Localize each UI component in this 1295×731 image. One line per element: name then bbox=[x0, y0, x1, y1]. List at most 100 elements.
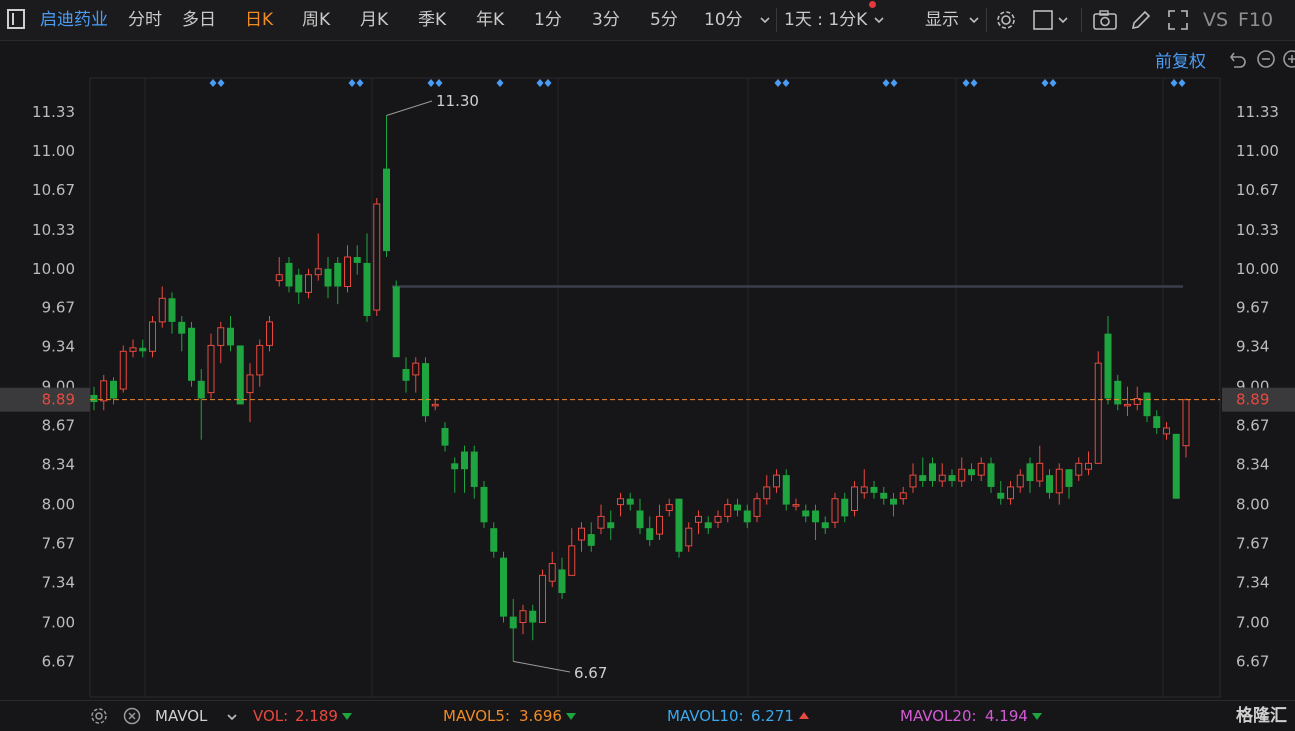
indicator-chevron-icon[interactable] bbox=[226, 711, 238, 723]
candle-body bbox=[188, 327, 195, 381]
y-tick-label-left: 7.67 bbox=[42, 535, 75, 553]
indicator-settings-gear-icon[interactable] bbox=[90, 707, 108, 725]
mavol5-value: 3.696 bbox=[519, 707, 562, 725]
candle-body bbox=[451, 463, 459, 470]
y-tick-label-left: 11.00 bbox=[32, 142, 75, 160]
candle-body bbox=[773, 474, 780, 488]
event-marker-icon bbox=[774, 79, 782, 87]
candle bbox=[753, 492, 761, 523]
candle bbox=[948, 469, 956, 487]
indicator-close-icon[interactable] bbox=[123, 707, 141, 725]
y-tick-label-left: 8.67 bbox=[42, 417, 75, 435]
candle bbox=[636, 498, 644, 535]
candle bbox=[656, 504, 663, 540]
candle bbox=[802, 504, 810, 523]
candle-body bbox=[607, 522, 615, 529]
candle bbox=[441, 422, 449, 452]
candle bbox=[812, 504, 819, 540]
y-tick-label-right: 7.67 bbox=[1236, 535, 1269, 553]
candle bbox=[987, 457, 995, 493]
candle bbox=[890, 492, 897, 517]
candle bbox=[1016, 469, 1024, 493]
candle bbox=[363, 233, 371, 322]
candle-body bbox=[490, 528, 498, 552]
candle bbox=[617, 492, 624, 517]
candle bbox=[1153, 410, 1161, 434]
candle-body bbox=[324, 268, 332, 287]
candle bbox=[743, 504, 751, 529]
candle-body bbox=[266, 321, 273, 346]
event-marker-icon bbox=[427, 79, 435, 87]
candle-body bbox=[792, 504, 800, 507]
candle-body bbox=[802, 510, 810, 517]
candle-body bbox=[880, 492, 888, 499]
candle bbox=[548, 551, 556, 588]
y-tick-label-right: 9.34 bbox=[1236, 338, 1269, 356]
candle bbox=[597, 504, 605, 535]
candle-body bbox=[977, 462, 985, 476]
indicator-name[interactable]: MAVOL bbox=[155, 701, 207, 731]
candle bbox=[1094, 351, 1102, 464]
candle bbox=[1163, 422, 1170, 440]
y-tick-label-left: 8.00 bbox=[42, 496, 75, 514]
candle-body bbox=[441, 427, 449, 446]
candle-body bbox=[1172, 433, 1180, 499]
candle bbox=[1046, 469, 1053, 499]
candle bbox=[1104, 315, 1112, 405]
candle-body bbox=[753, 498, 761, 517]
y-tick-label-left: 7.34 bbox=[42, 573, 75, 591]
candle bbox=[626, 492, 634, 511]
candle bbox=[129, 339, 137, 358]
candle bbox=[929, 457, 936, 487]
y-tick-label-right: 8.67 bbox=[1236, 417, 1269, 435]
candle-body bbox=[431, 403, 439, 407]
mavol10-value: 6.271 bbox=[751, 707, 794, 725]
candle bbox=[724, 498, 732, 523]
low-price-label: 6.67 bbox=[574, 664, 607, 682]
candle-body bbox=[919, 475, 927, 482]
candle-body bbox=[929, 463, 936, 482]
event-marker-icon bbox=[1170, 79, 1178, 87]
high-price-label: 11.30 bbox=[436, 92, 479, 110]
candle-body bbox=[1104, 333, 1112, 399]
candle bbox=[324, 257, 332, 299]
candle-body bbox=[246, 374, 254, 394]
candle-body bbox=[958, 468, 966, 482]
candle-body bbox=[256, 344, 264, 376]
candle bbox=[188, 321, 195, 387]
candle-body bbox=[422, 363, 429, 417]
candle bbox=[1114, 374, 1122, 411]
candle-body bbox=[675, 498, 683, 552]
candle bbox=[675, 498, 683, 558]
candle bbox=[295, 268, 303, 305]
candle-body bbox=[724, 504, 732, 517]
candle-body bbox=[831, 498, 839, 523]
candle bbox=[587, 522, 595, 552]
candle-body bbox=[1065, 469, 1073, 487]
candle-body bbox=[412, 362, 420, 376]
mavol20-label: MAVOL20: bbox=[900, 707, 977, 725]
candle-body bbox=[149, 321, 156, 352]
mavol20-value: 4.194 bbox=[985, 707, 1028, 725]
candle-body bbox=[548, 563, 556, 582]
low-callout-line bbox=[513, 660, 571, 673]
candle bbox=[851, 481, 858, 517]
y-tick-label-left: 10.67 bbox=[32, 181, 75, 199]
candle bbox=[500, 551, 507, 623]
candle-body bbox=[392, 286, 400, 358]
candle-body bbox=[1182, 399, 1190, 447]
candle-body bbox=[899, 492, 907, 500]
candle bbox=[695, 510, 702, 535]
y-tick-label-left: 11.33 bbox=[32, 103, 75, 121]
candle-body bbox=[353, 257, 361, 263]
y-tick-label-right: 9.67 bbox=[1236, 299, 1269, 317]
candlestick-chart[interactable]: 11.33 11.33 11.00 11.00 10.67 10.67 10.33 10.33… bbox=[0, 0, 1295, 700]
candle-body bbox=[1094, 362, 1102, 464]
event-marker-icon bbox=[496, 79, 504, 87]
candle bbox=[178, 315, 186, 352]
candle-body bbox=[704, 522, 712, 529]
y-tick-label-left: 10.33 bbox=[32, 221, 75, 239]
candle bbox=[392, 280, 400, 358]
vol-value: 2.189 bbox=[295, 707, 338, 725]
candle-body bbox=[821, 522, 829, 529]
